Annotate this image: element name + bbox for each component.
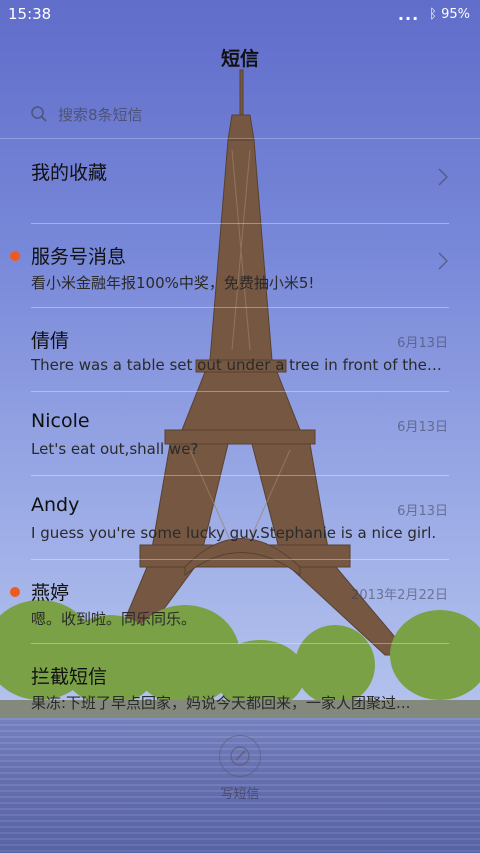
conversation-snippet: I guess you're some lucky guy.Stephanie … <box>31 524 437 542</box>
more-dots-icon: ... <box>397 4 420 24</box>
conversation-snippet: 嗯。收到啦。同乐同乐。 <box>31 610 197 628</box>
conversation-name: 我的收藏 <box>31 162 108 184</box>
unread-dot <box>10 251 20 261</box>
list-item[interactable]: 拦截短信 果冻:下班了早点回家，妈说今天都回来，一家人团聚过... <box>0 644 480 728</box>
conversation-name: Andy <box>31 494 80 516</box>
compose-button[interactable]: 写短信 <box>0 735 480 802</box>
conversation-date: 6月13日 <box>397 420 448 435</box>
search-bar[interactable]: 搜索8条短信 <box>30 98 450 130</box>
list-item[interactable]: 我的收藏 <box>0 140 480 224</box>
conversation-name: 拦截短信 <box>31 666 108 688</box>
conversation-snippet: There was a table set out under a tree i… <box>31 356 445 374</box>
status-time: 15:38 <box>8 5 52 23</box>
list-item[interactable]: 燕婷 2013年2月22日 嗯。收到啦。同乐同乐。 <box>0 560 480 644</box>
chevron-right-icon <box>438 252 448 270</box>
search-placeholder: 搜索8条短信 <box>58 105 143 124</box>
search-divider <box>0 138 480 139</box>
conversation-name: 倩倩 <box>31 330 70 352</box>
compose-circle <box>219 735 261 777</box>
list-item[interactable]: Nicole 6月13日 Let's eat out,shall we? <box>0 392 480 476</box>
chevron-right-icon <box>438 168 448 186</box>
unread-dot <box>10 587 20 597</box>
conversation-date: 6月13日 <box>397 336 448 351</box>
pencil-icon <box>230 746 250 766</box>
conversation-name: 燕婷 <box>31 582 70 604</box>
list-item[interactable]: 服务号消息 看小米金融年报100%中奖，免费抽小米5! <box>0 224 480 308</box>
bluetooth-icon: ᛒ <box>429 6 437 22</box>
list-item[interactable]: Andy 6月13日 I guess you're some lucky guy… <box>0 476 480 560</box>
page-title: 短信 <box>220 48 259 70</box>
conversation-snippet: 看小米金融年报100%中奖，免费抽小米5! <box>31 274 315 292</box>
list-item[interactable]: 倩倩 6月13日 There was a table set out under… <box>0 308 480 392</box>
conversation-snippet: Let's eat out,shall we? <box>31 440 199 458</box>
status-bar: 15:38 ... ᛒ 95% <box>0 0 480 28</box>
conversation-snippet: 果冻:下班了早点回家，妈说今天都回来，一家人团聚过... <box>31 694 411 712</box>
search-icon <box>31 106 47 122</box>
battery-percent: 95% <box>441 6 470 22</box>
conversation-date: 6月13日 <box>397 504 448 519</box>
conversation-name: Nicole <box>31 410 90 432</box>
compose-label: 写短信 <box>220 787 260 802</box>
conversation-date: 2013年2月22日 <box>351 588 448 603</box>
conversation-name: 服务号消息 <box>31 246 127 268</box>
battery-indicator: ᛒ 95% <box>429 7 470 22</box>
